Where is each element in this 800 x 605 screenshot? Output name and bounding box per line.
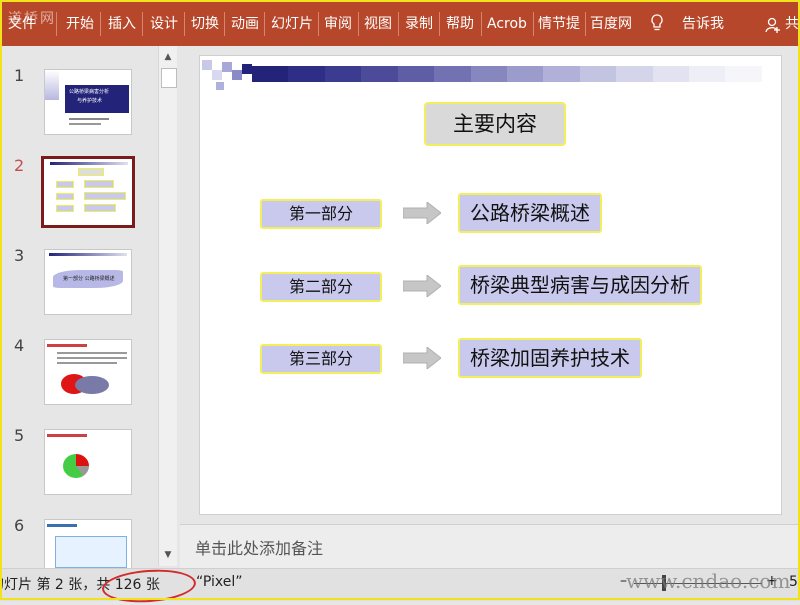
slide-count-indicator[interactable]: 幻灯片 第 2 张，共 126 张 bbox=[0, 574, 160, 594]
thumb-1-title-2: 与养护技术 bbox=[77, 98, 103, 104]
lightbulb-icon[interactable] bbox=[650, 14, 664, 32]
slide-thumbnail-5[interactable] bbox=[44, 429, 132, 495]
share-person-icon bbox=[765, 17, 780, 33]
thumb-number-5: 5 bbox=[14, 426, 25, 445]
right-arrow-icon bbox=[403, 275, 441, 297]
tab-review[interactable]: 审阅 bbox=[324, 0, 352, 46]
notes-placeholder[interactable]: 单击此处添加备注 bbox=[195, 535, 323, 559]
tab-record[interactable]: 录制 bbox=[405, 0, 433, 46]
slide-thumbnail-6[interactable] bbox=[44, 519, 132, 571]
thumb-3-text: 第一部分 公路桥梁概述 bbox=[63, 276, 115, 282]
right-arrow-icon bbox=[403, 347, 441, 369]
watermark-url: www.cndao.com bbox=[626, 569, 791, 593]
title-gradient-bar bbox=[252, 66, 762, 82]
topic-box-2[interactable]: 桥梁典型病害与成因分析 bbox=[458, 265, 702, 305]
thumbnails-scrollbar[interactable]: ▲ ▼ bbox=[158, 46, 177, 566]
ribbon-tab-bar: 道桥网 文件 开始 插入 设计 切换 动画 幻灯片 审阅 视图 录制 帮助 Ac… bbox=[0, 0, 800, 46]
slide-thumbnail-4[interactable] bbox=[44, 339, 132, 405]
thumb-number-3: 3 bbox=[14, 246, 25, 265]
tab-view[interactable]: 视图 bbox=[364, 0, 392, 46]
tab-design[interactable]: 设计 bbox=[150, 0, 178, 46]
slide-thumbnail-1[interactable]: 公路桥梁病害分析 与养护技术 bbox=[44, 69, 132, 135]
part-label-1[interactable]: 第一部分 bbox=[260, 199, 382, 229]
theme-name: “Pixel” bbox=[196, 574, 243, 590]
notes-pane[interactable]: 单击此处添加备注 bbox=[180, 524, 800, 569]
slide-canvas[interactable]: 主要内容 第一部分 公路桥梁概述 第二部分 桥梁典型病害与成因分析 第三部分 桥… bbox=[199, 55, 782, 515]
part-label-2[interactable]: 第二部分 bbox=[260, 272, 382, 302]
share-label: 共 bbox=[785, 16, 799, 32]
slide-thumbnail-3[interactable]: 第一部分 公路桥梁概述 bbox=[44, 249, 132, 315]
pixel-checker-decoration bbox=[202, 60, 252, 90]
tab-home[interactable]: 开始 bbox=[66, 0, 94, 46]
topic-box-1[interactable]: 公路桥梁概述 bbox=[458, 193, 602, 233]
tab-acrobat[interactable]: Acrob bbox=[487, 0, 531, 46]
thumb-1-title-1: 公路桥梁病害分析 bbox=[69, 89, 110, 95]
scroll-up-arrow-icon[interactable]: ▲ bbox=[159, 48, 177, 66]
slide-thumbnail-2[interactable] bbox=[41, 156, 135, 228]
tell-me-box[interactable]: 告诉我 bbox=[682, 0, 724, 48]
thumb-number-1: 1 bbox=[14, 66, 25, 85]
part-label-3[interactable]: 第三部分 bbox=[260, 344, 382, 374]
thumb-number-4: 4 bbox=[14, 336, 25, 355]
scrollbar-thumb[interactable] bbox=[161, 68, 177, 88]
slide-thumbnails-pane: 1 公路桥梁病害分析 与养护技术 2 3 第一部分 公路桥梁概述 4 5 6 bbox=[0, 46, 177, 571]
topic-box-3[interactable]: 桥梁加固养护技术 bbox=[458, 338, 642, 378]
thumb-number-2: 2 bbox=[14, 156, 25, 175]
tab-transitions[interactable]: 切换 bbox=[191, 0, 219, 46]
tab-help[interactable]: 帮助 bbox=[446, 0, 474, 46]
tab-storyboard[interactable]: 情节提 bbox=[538, 0, 582, 46]
scroll-down-arrow-icon[interactable]: ▼ bbox=[159, 546, 177, 564]
thumb-number-6: 6 bbox=[14, 516, 25, 535]
tab-slideshow[interactable]: 幻灯片 bbox=[271, 0, 313, 46]
tab-file[interactable]: 文件 bbox=[8, 0, 36, 46]
slide-title[interactable]: 主要内容 bbox=[424, 102, 566, 146]
right-arrow-icon bbox=[403, 202, 441, 224]
tab-animations[interactable]: 动画 bbox=[231, 0, 259, 46]
tab-insert[interactable]: 插入 bbox=[108, 0, 136, 46]
tab-baidu[interactable]: 百度网 bbox=[590, 0, 636, 46]
